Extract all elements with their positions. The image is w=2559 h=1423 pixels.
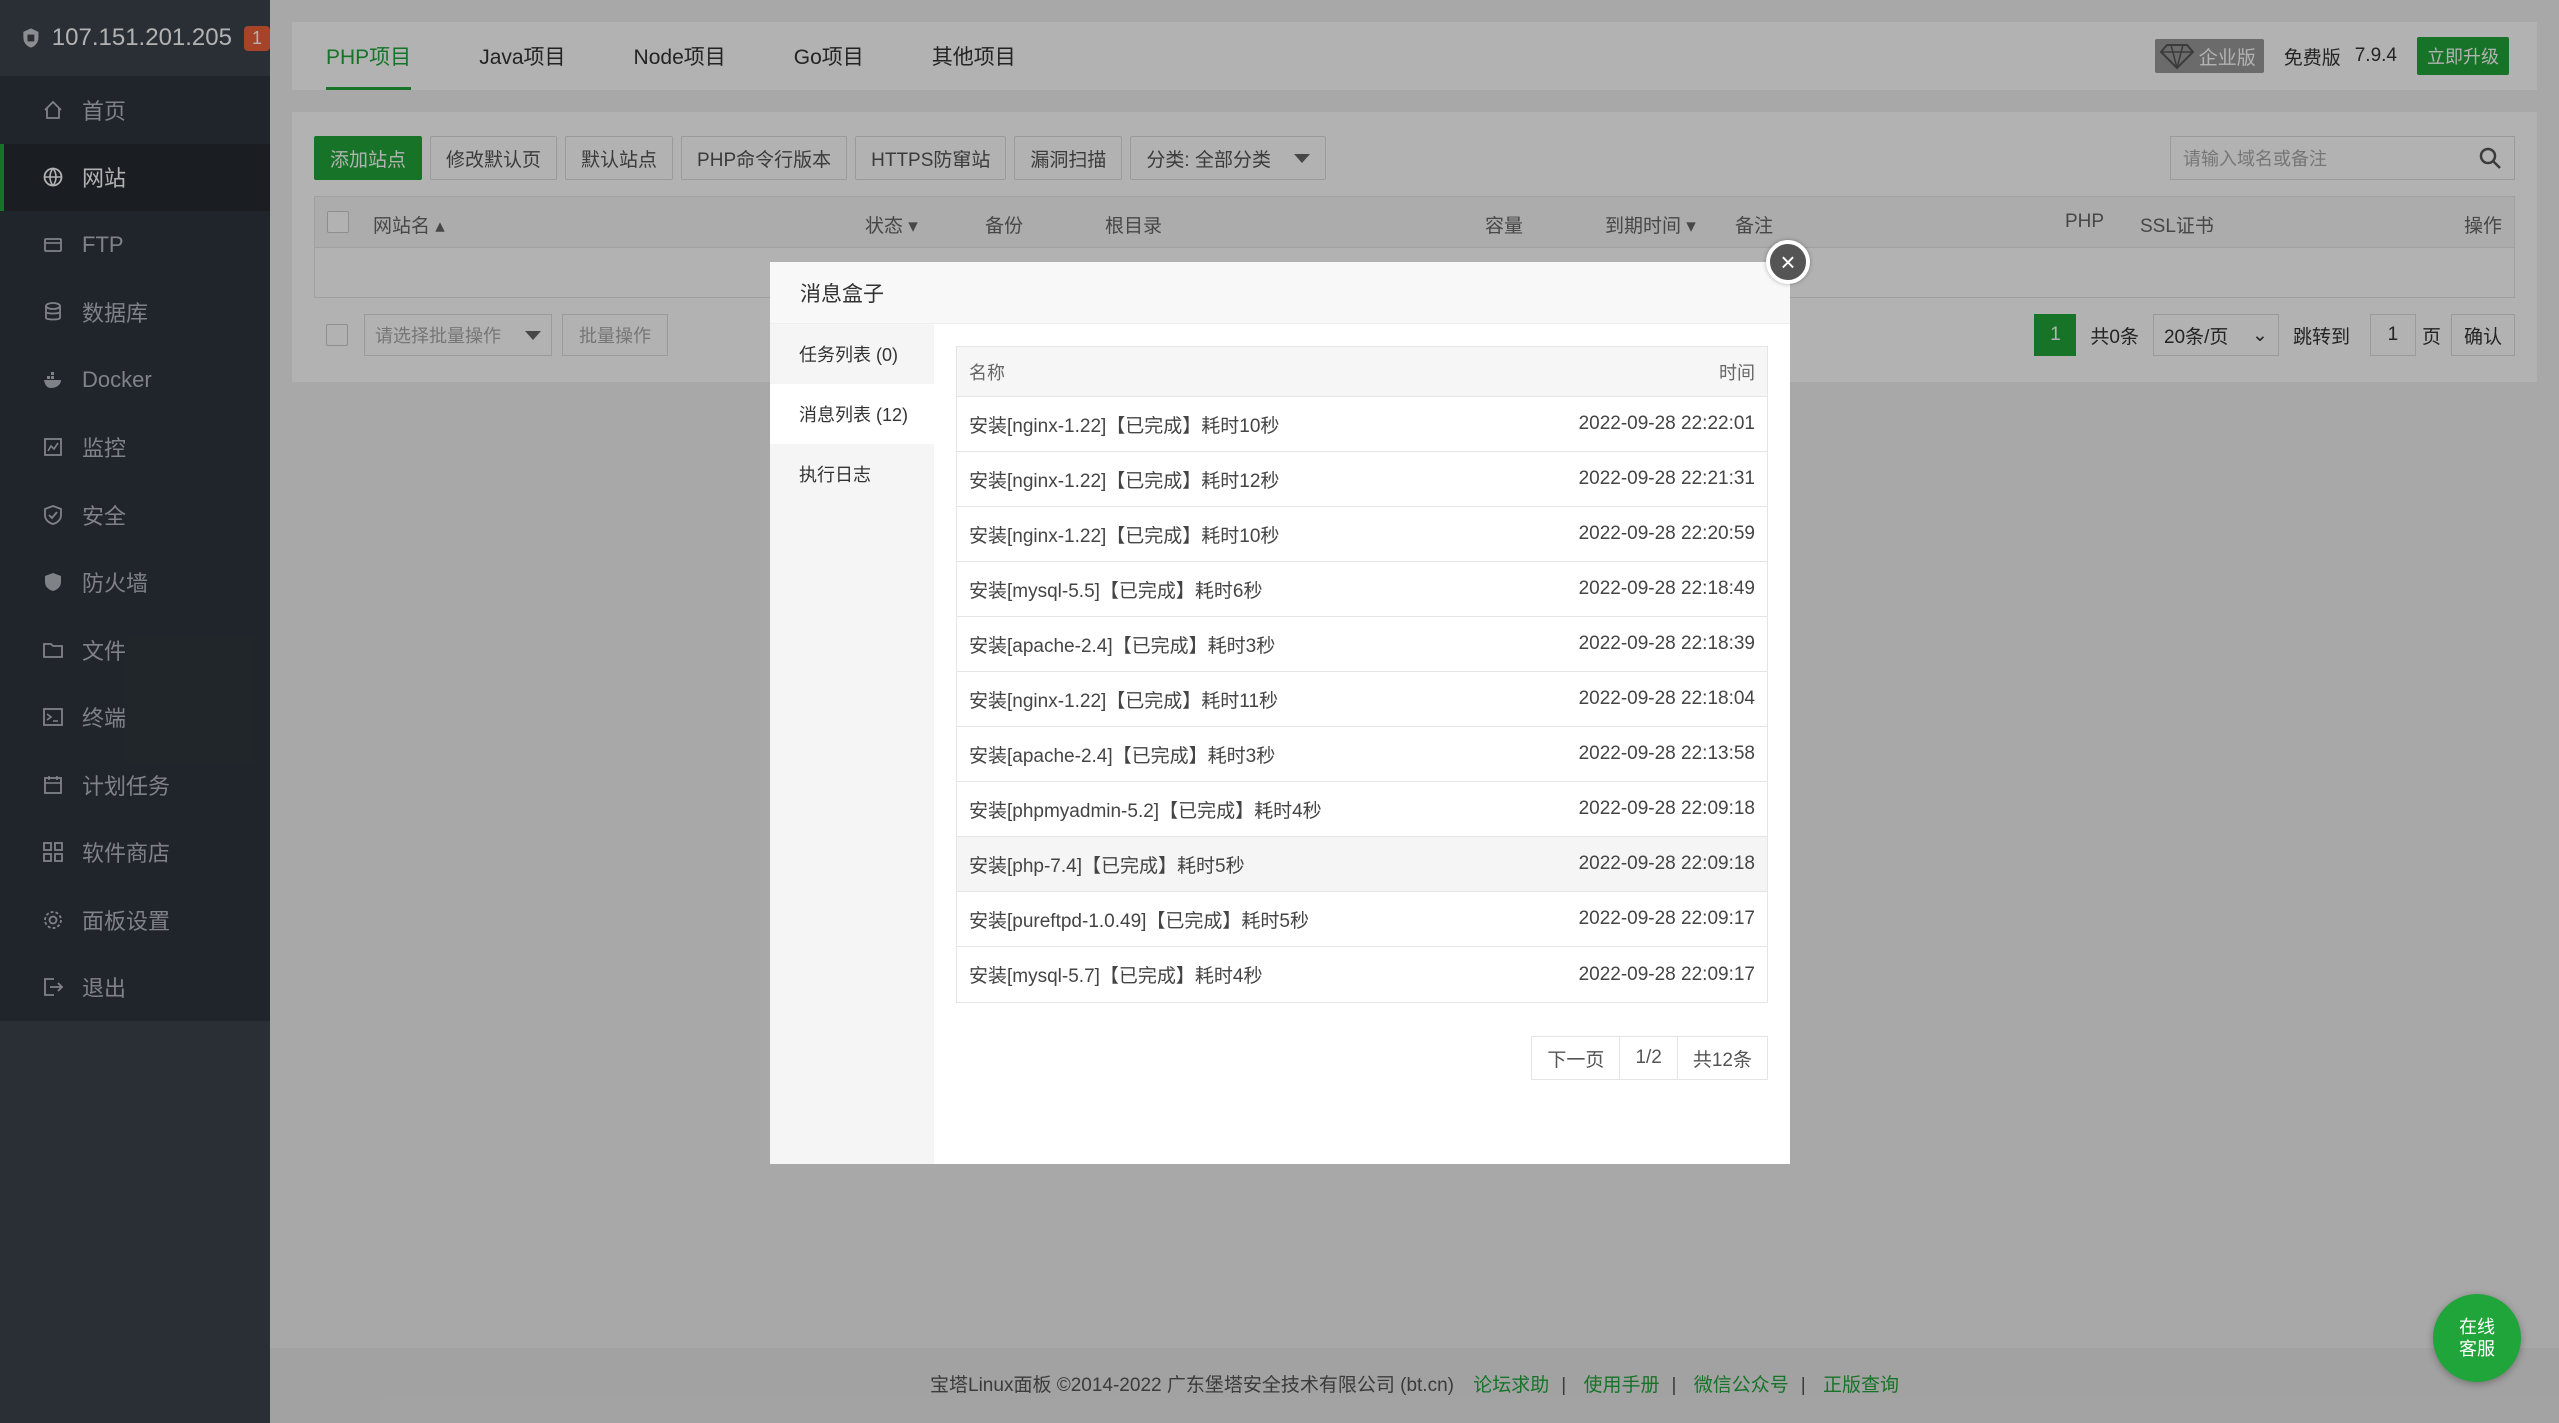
row-name: 安装[nginx-1.22]【已完成】耗时12秒 [969,470,1280,492]
row-time: 2022-09-28 22:18:49 [1578,578,1755,599]
row-time: 2022-09-28 22:09:17 [1578,963,1755,985]
row-time: 2022-09-28 22:22:01 [1578,413,1755,434]
row-time: 2022-09-28 22:09:18 [1578,798,1755,819]
row-name: 安装[mysql-5.7]【已完成】耗时4秒 [969,966,1263,987]
modal-side-menu: 任务列表 (0) 消息列表 (12) 执行日志 [770,324,934,1164]
row-name: 安装[pureftpd-1.0.49]【已完成】耗时5秒 [969,910,1309,932]
table-row: 安装[phpmyadmin-5.2]【已完成】耗时4秒 2022-09-28 22… [957,782,1767,837]
next-page-button[interactable]: 下一页 [1532,1037,1621,1079]
row-name: 安装[apache-2.4]【已完成】耗时3秒 [969,635,1276,657]
message-pager: 下一页 1/2 共12条 [1531,1036,1768,1080]
table-row: 安装[nginx-1.22]【已完成】耗时11秒 2022-09-28 22:18… [957,672,1767,727]
table-row: 安装[nginx-1.22]【已完成】耗时12秒 2022-09-28 22:21… [957,452,1767,507]
table-row: 安装[mysql-5.5]【已完成】耗时6秒 2022-09-28 22:18:4… [957,562,1767,617]
table-row: 安装[apache-2.4]【已完成】耗时3秒 2022-09-28 22:13:… [957,727,1767,782]
message-table: 名称 时间 安装[nginx-1.22]【已完成】耗时10秒 2022-09-28… [956,346,1768,1003]
row-time: 2022-09-28 22:20:59 [1578,523,1755,544]
row-name: 安装[nginx-1.22]【已完成】耗时10秒 [969,525,1280,547]
message-box-modal: 消息盒子 × 任务列表 (0) 消息列表 (12) 执行日志 名称 时间 安装[… [770,240,1810,1164]
row-time: 2022-09-28 22:09:18 [1578,853,1755,874]
row-time: 2022-09-28 22:18:04 [1578,688,1755,709]
online-support-button[interactable]: 在线 客服 [2433,1294,2521,1382]
table-row: 安装[pureftpd-1.0.49]【已完成】耗时5秒 2022-09-28 2… [957,892,1767,947]
row-name: 安装[nginx-1.22]【已完成】耗时11秒 [969,690,1279,712]
chat-line2: 客服 [2459,1339,2495,1359]
row-time: 2022-09-28 22:09:17 [1578,908,1755,929]
row-name: 安装[apache-2.4]【已完成】耗时3秒 [969,745,1276,767]
row-time: 2022-09-28 22:18:39 [1578,633,1755,654]
row-time: 2022-09-28 22:21:31 [1578,468,1755,489]
close-icon[interactable]: × [1766,240,1810,284]
modal-title: 消息盒子 [770,262,1790,324]
side-exec-log[interactable]: 执行日志 [770,444,934,504]
chat-line1: 在线 [2459,1317,2495,1337]
message-table-header: 名称 时间 [957,347,1767,397]
total-count: 共12条 [1692,1049,1752,1071]
table-row: 安装[apache-2.4]【已完成】耗时3秒 2022-09-28 22:18:… [957,617,1767,672]
side-task-list[interactable]: 任务列表 (0) [770,324,934,384]
side-message-list[interactable]: 消息列表 (12) [770,384,934,444]
table-row: 安装[mysql-5.7]【已完成】耗时4秒 2022-09-28 22:09:1… [957,947,1767,1002]
row-name: 安装[nginx-1.22]【已完成】耗时10秒 [969,415,1280,437]
col-time: 时间 [1719,362,1755,383]
row-name: 安装[mysql-5.5]【已完成】耗时6秒 [969,580,1263,602]
table-row: 安装[nginx-1.22]【已完成】耗时10秒 2022-09-28 22:20… [957,507,1767,562]
row-name: 安装[phpmyadmin-5.2]【已完成】耗时4秒 [969,800,1322,822]
row-time: 2022-09-28 22:13:58 [1578,743,1755,764]
row-name: 安装[php-7.4]【已完成】耗时5秒 [969,855,1245,877]
table-row: 安装[php-7.4]【已完成】耗时5秒 2022-09-28 22:09:18 [957,837,1767,892]
table-row: 安装[nginx-1.22]【已完成】耗时10秒 2022-09-28 22:22… [957,397,1767,452]
col-name: 名称 [969,362,1005,383]
page-indicator: 1/2 [1620,1037,1678,1079]
